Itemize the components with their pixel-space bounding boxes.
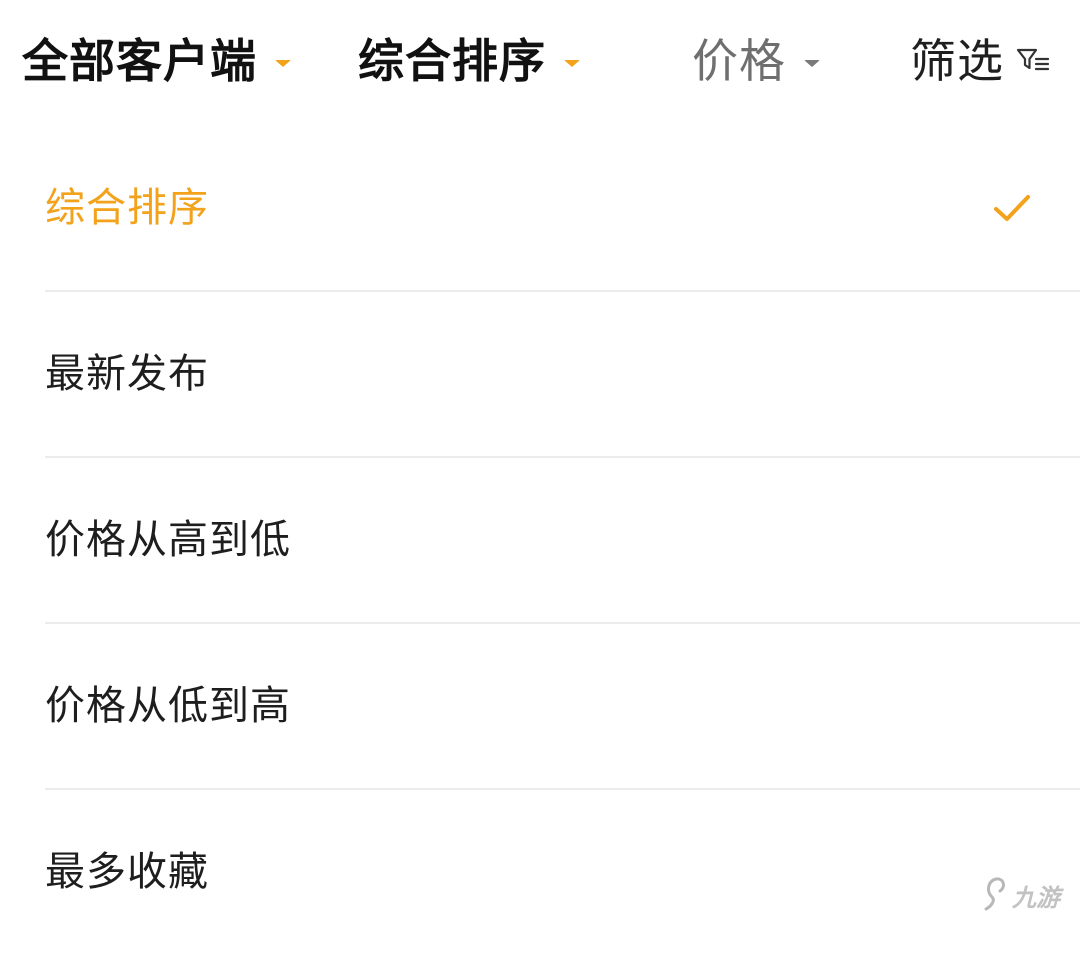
sort-option-label: 价格从低到高	[45, 683, 291, 729]
caret-down-icon	[564, 59, 580, 67]
sort-option-most-favorited[interactable]: 最多收藏	[45, 790, 1080, 954]
sort-option-latest[interactable]: 最新发布	[45, 292, 1080, 458]
tab-all-clients[interactable]: 全部客户端	[22, 26, 291, 96]
check-icon	[994, 195, 1030, 221]
svg-text:九游: 九游	[1011, 884, 1064, 912]
sort-option-price-asc[interactable]: 价格从低到高	[45, 624, 1080, 790]
sort-option-list: 综合排序 最新发布 价格从高到低 价格从低到高 最多收藏	[0, 126, 1080, 954]
tab-sort-label: 综合排序	[358, 34, 546, 88]
sort-option-label: 综合排序	[45, 185, 209, 231]
filter-bar: 全部客户端 综合排序 价格 筛选	[0, 0, 1080, 122]
sort-option-label: 价格从高到低	[45, 517, 291, 563]
tab-filter[interactable]: 筛选	[910, 26, 1054, 96]
filter-icon	[1016, 48, 1050, 71]
sort-option-label: 最新发布	[45, 351, 209, 397]
tab-price[interactable]: 价格	[692, 26, 820, 96]
caret-down-icon	[804, 59, 820, 67]
tab-filter-label: 筛选	[910, 34, 1004, 88]
caret-down-icon	[275, 59, 291, 67]
tab-price-label: 价格	[692, 34, 786, 88]
tab-sort[interactable]: 综合排序	[358, 26, 580, 96]
sort-option-label: 最多收藏	[45, 849, 209, 895]
tab-all-clients-label: 全部客户端	[22, 34, 257, 88]
sort-option-comprehensive[interactable]: 综合排序	[45, 126, 1080, 292]
sort-option-price-desc[interactable]: 价格从高到低	[45, 458, 1080, 624]
watermark-logo: 九游	[984, 877, 1064, 912]
